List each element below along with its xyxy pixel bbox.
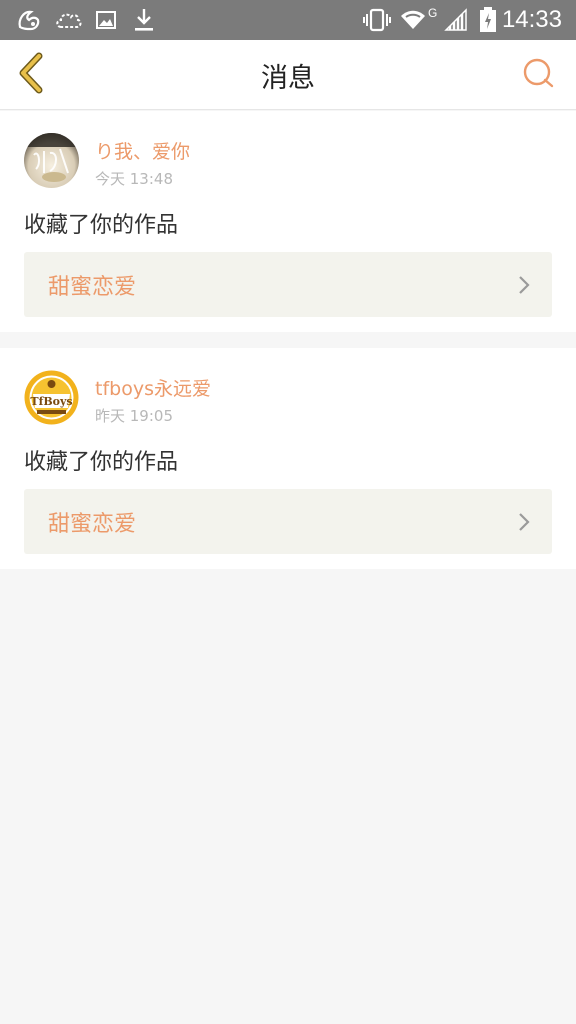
page-title: 消息 bbox=[261, 62, 315, 94]
battery-icon bbox=[478, 0, 498, 40]
image-icon bbox=[95, 0, 117, 40]
search-icon bbox=[521, 56, 555, 94]
work-link[interactable]: 甜蜜恋爱 bbox=[24, 489, 552, 554]
username[interactable]: り我、爱你 bbox=[95, 137, 190, 164]
chevron-right-icon bbox=[518, 252, 530, 317]
app-header: 消息 bbox=[0, 40, 576, 110]
work-title: 甜蜜恋爱 bbox=[48, 511, 137, 537]
chevron-right-icon bbox=[518, 489, 530, 554]
message-item: TfBoys tfboys永远爱 昨天 19:05 收藏了你的作品 甜蜜恋爱 bbox=[0, 348, 576, 569]
uc-browser-icon bbox=[16, 0, 42, 40]
username[interactable]: tfboys永远爱 bbox=[95, 374, 211, 401]
network-type-label: G bbox=[428, 6, 438, 20]
search-button[interactable] bbox=[520, 57, 556, 93]
back-button[interactable] bbox=[10, 50, 54, 100]
status-bar: G 14:33 bbox=[0, 0, 576, 40]
message-time: 昨天 19:05 bbox=[95, 407, 173, 425]
download-icon bbox=[133, 0, 155, 40]
message-item: り我、爱你 今天 13:48 收藏了你的作品 甜蜜恋爱 bbox=[0, 111, 576, 332]
work-link[interactable]: 甜蜜恋爱 bbox=[24, 252, 552, 317]
avatar[interactable] bbox=[24, 133, 79, 188]
clock: 14:33 bbox=[501, 6, 562, 33]
message-time: 今天 13:48 bbox=[95, 170, 173, 188]
avatar[interactable]: TfBoys bbox=[24, 370, 79, 425]
chevron-left-icon bbox=[17, 52, 47, 98]
vibrate-icon bbox=[362, 0, 392, 40]
action-text: 收藏了你的作品 bbox=[24, 450, 179, 475]
action-text: 收藏了你的作品 bbox=[24, 213, 179, 238]
work-title: 甜蜜恋爱 bbox=[48, 274, 137, 300]
svg-text:TfBoys: TfBoys bbox=[30, 395, 72, 408]
signal-icon bbox=[444, 0, 468, 40]
wifi-icon bbox=[400, 0, 426, 40]
cloud-icon bbox=[54, 0, 82, 40]
